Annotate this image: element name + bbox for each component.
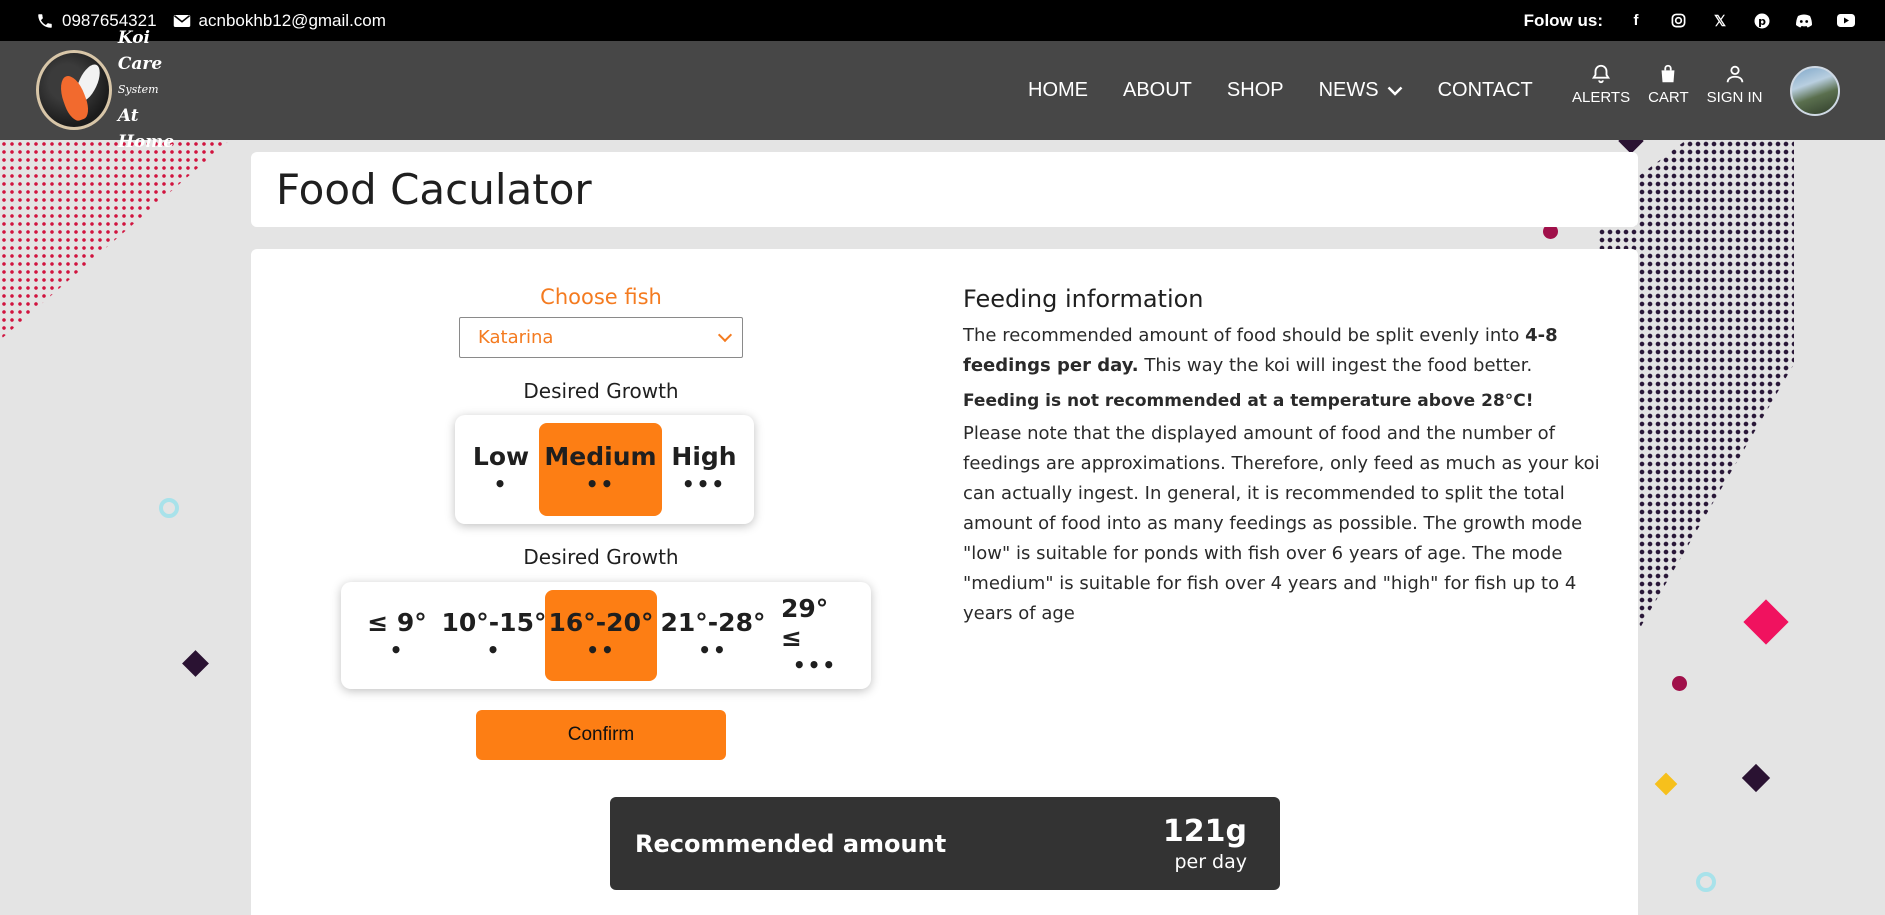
user-icon [1726,65,1743,83]
nav-about[interactable]: ABOUT [1123,79,1192,102]
nav-news-label: NEWS [1318,79,1379,101]
recommended-amount-unit: per day [1174,850,1247,873]
nav-shop[interactable]: SHOP [1227,79,1284,102]
choose-fish-label: Choose fish [540,285,662,309]
temp-option-label: 21°-28° [660,608,766,637]
logo-line-2: System [117,83,159,96]
bell-icon [1592,64,1611,84]
temp-option-dots: •• [698,638,728,662]
decorative-diamond [1743,599,1789,645]
x-icon[interactable]: 𝕏 [1711,12,1729,30]
main-navbar: Koi Care System At Home HOME ABOUT SHOP … [0,28,1885,152]
nav-actions: ALERTS CART SIGN IN [1572,63,1763,106]
growth-toggle-group: Low • Medium •• High ••• [455,415,754,524]
cart-label: CART [1648,89,1689,106]
feeding-info-note: Please note that the displayed amount of… [963,423,1600,624]
sign-in-button[interactable]: SIGN IN [1707,63,1763,106]
svg-text:p: p [1758,15,1766,28]
alerts-label: ALERTS [1572,89,1631,106]
follow-label: Folow us: [1523,10,1603,30]
growth-label: Desired Growth [523,379,679,403]
decorative-diamond [1654,772,1678,796]
recommended-amount: 121g per day [1163,814,1247,874]
growth-option-low[interactable]: Low • [463,423,539,516]
growth-option-label: High [671,442,737,471]
logo-line-3: At Home [117,106,175,152]
discord-icon[interactable] [1795,12,1813,30]
temp-option-16-20[interactable]: 16°-20° •• [545,590,657,681]
temp-option-label: ≤ 9° [367,608,427,637]
growth-option-label: Low [472,442,530,471]
temp-option-dots: ••• [792,652,838,677]
confirm-button[interactable]: Confirm [476,710,726,760]
growth-option-medium[interactable]: Medium •• [539,423,662,516]
nav-contact[interactable]: CONTACT [1438,79,1533,102]
shopping-bag-icon [1661,64,1675,83]
decorative-dot-pattern-left [0,140,230,340]
feeding-info-paragraph: The recommended amount of food should be… [963,321,1613,381]
alerts-button[interactable]: ALERTS [1572,63,1630,106]
temp-option-dots: • [486,638,502,662]
temp-option-21-28[interactable]: 21°-28° •• [657,590,769,681]
chevron-down-icon [717,327,733,342]
chevron-down-icon [1387,86,1402,96]
growth-option-dots: • [493,472,509,496]
fish-select[interactable]: Katarina [459,317,743,358]
temp-option-dots: •• [586,638,616,662]
temperature-warning: Feeding is not recommended at a temperat… [963,391,1534,411]
feeding-info-text: The recommended amount of food should be… [963,325,1526,346]
page-title: Food Caculator [276,165,592,214]
temp-option-9-below[interactable]: ≤ 9° • [351,590,443,681]
site-logo[interactable]: Koi Care System At Home [36,28,196,152]
cart-button[interactable]: CART [1648,63,1689,106]
logo-line-1: Koi Care [117,28,163,74]
email-address: acnbokhb12@gmail.com [198,10,386,30]
instagram-icon[interactable] [1669,12,1687,30]
nav-links: HOME ABOUT SHOP NEWS CONTACT [1028,41,1533,140]
temperature-label: Desired Growth [523,545,679,569]
growth-option-label: Medium [544,442,657,471]
logo-text: Koi Care System At Home [118,25,196,155]
temp-option-10-15[interactable]: 10°-15° • [441,590,547,681]
temperature-toggle-group: ≤ 9° • 10°-15° • 16°-20° •• 21°-28° •• 2… [341,582,871,689]
feeding-info-heading: Feeding information [963,285,1204,313]
facebook-icon[interactable]: f [1627,12,1645,30]
page-title-card: Food Caculator [251,152,1638,227]
growth-option-high[interactable]: High ••• [662,423,746,516]
decorative-ring [1696,872,1716,892]
recommended-amount-label: Recommended amount [635,829,947,858]
growth-option-dots: ••• [681,472,727,496]
decorative-diamond [182,650,209,677]
temp-option-dots: • [389,638,405,662]
nav-home[interactable]: HOME [1028,79,1088,102]
feeding-info-text: This way the koi will ingest the food be… [1138,355,1533,376]
recommended-amount-box: Recommended amount 121g per day [610,797,1280,890]
sign-in-label: SIGN IN [1706,89,1763,106]
phone-icon [38,13,52,28]
social-links: Folow us: f 𝕏 p [1524,11,1855,31]
temp-option-label: 16°-20° [548,608,654,637]
growth-option-dots: •• [585,472,616,496]
avatar[interactable] [1790,66,1840,116]
temp-option-29-above[interactable]: 29° ≤ ••• [769,590,861,681]
recommended-amount-value: 121g [1162,813,1247,849]
temp-option-label: 10°-15° [441,608,547,637]
youtube-icon[interactable] [1837,12,1855,30]
decorative-diamond [1741,763,1771,793]
top-bar: 0987654321 acnbokhb12@gmail.com Folow us… [0,0,1885,41]
nav-news[interactable]: NEWS [1319,79,1403,102]
koi-logo-icon [36,50,112,130]
temp-option-label: 29° ≤ [781,593,829,652]
decorative-dot [1672,676,1687,691]
fish-select-value: Katarina [478,327,554,348]
email-contact[interactable]: acnbokhb12@gmail.com [173,11,386,31]
pinterest-icon[interactable]: p [1753,12,1771,30]
decorative-ring [159,498,179,518]
calculator-card: Choose fish Katarina Desired Growth Low … [251,249,1638,915]
contact-info: 0987654321 acnbokhb12@gmail.com [36,11,386,31]
feeding-information: Feeding information The recommended amou… [963,285,1613,629]
